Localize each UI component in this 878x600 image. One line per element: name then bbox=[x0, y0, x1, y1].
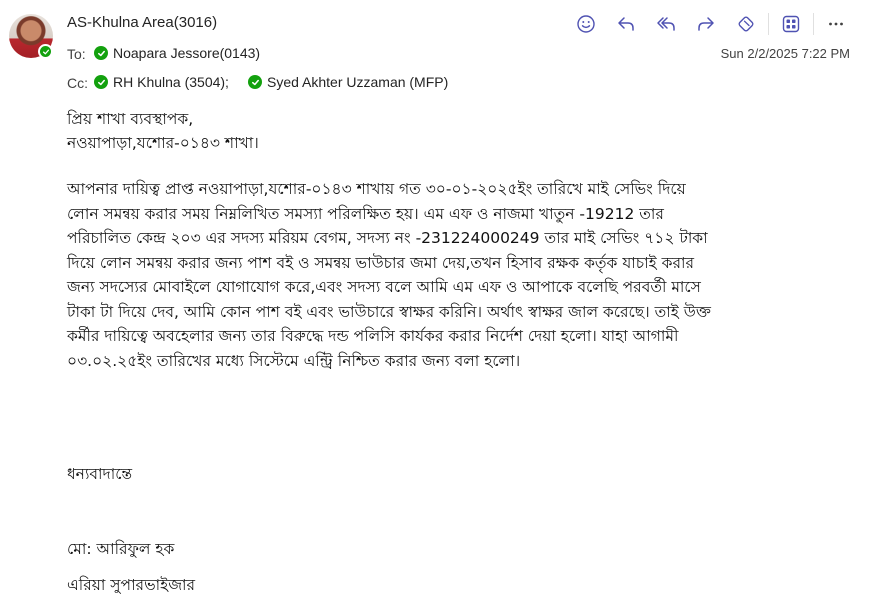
body-line: আপনার দায়িত্ব প্রাপ্ত নওয়াপাড়া,যশোর-০… bbox=[67, 180, 686, 198]
signature-title: এরিয়া সুপারভাইজার bbox=[67, 576, 196, 594]
to-label: To: bbox=[67, 46, 86, 62]
cc-recipient-1-name: RH Khulna (3504); bbox=[113, 74, 229, 90]
message-toolbar bbox=[566, 10, 856, 38]
body-line: ০৩.০২.২৫ইং তারিখের মধ্যে সিস্টেমে এন্ট্র… bbox=[67, 351, 521, 370]
emoji-icon[interactable] bbox=[566, 10, 606, 38]
toolbar-divider bbox=[813, 13, 814, 35]
greeting-line-2: নওয়াপাড়া,যশোর-০১৪৩ শাখা। bbox=[67, 134, 259, 152]
reply-all-icon[interactable] bbox=[646, 10, 686, 38]
greeting-line-1: প্রিয় শাখা ব্যবস্থাপক, bbox=[67, 110, 194, 128]
cc-recipient-1[interactable]: RH Khulna (3504); bbox=[94, 74, 229, 90]
reply-icon[interactable] bbox=[606, 10, 646, 38]
to-recipient-name: Noapara Jessore(0143) bbox=[113, 45, 261, 61]
presence-available-icon bbox=[94, 46, 108, 60]
cc-recipient-2[interactable]: Syed Akhter Uzzaman (MFP) bbox=[248, 74, 448, 90]
sticker-icon[interactable] bbox=[726, 10, 766, 38]
presence-available-icon bbox=[248, 75, 262, 89]
closing-line: ধন্যবাদান্তে bbox=[67, 465, 133, 483]
body-line: দিয়ে লোন সমন্বয় করার জন্য পাশ বই ও সমন… bbox=[67, 253, 694, 272]
toolbar-divider bbox=[768, 13, 769, 35]
cc-recipient-2-name: Syed Akhter Uzzaman (MFP) bbox=[267, 74, 449, 90]
body-line: লোন সমন্বয় করার সময় নিম্নলিখিত সমস্যা … bbox=[67, 204, 664, 223]
message-header: AS-Khulna Area(3016) To: Noapara Jessore… bbox=[0, 0, 878, 100]
body-line: টাকা টা দিয়ে দেব, আমি কোন পাশ বই এবং ভা… bbox=[67, 302, 711, 321]
message-body: প্রিয় শাখা ব্যবস্থাপক, নওয়াপাড়া,যশোর-… bbox=[67, 107, 857, 594]
body-line: জন্য সদস্যের মোবাইলে যোগাযোগ করে,এবং সদস… bbox=[67, 278, 701, 296]
presence-available-icon bbox=[94, 75, 108, 89]
more-icon[interactable] bbox=[816, 10, 856, 38]
sender-name[interactable]: AS-Khulna Area(3016) bbox=[67, 14, 217, 31]
apps-icon[interactable] bbox=[771, 10, 811, 38]
forward-icon[interactable] bbox=[686, 10, 726, 38]
cc-label: Cc: bbox=[67, 75, 88, 91]
body-line: পরিচালিত কেন্দ্র ২০৩ এর সদস্য মরিয়ম বেগ… bbox=[67, 229, 708, 247]
signature-name: মো: আরিফুল হক bbox=[67, 540, 175, 558]
sender-presence-badge bbox=[38, 44, 53, 59]
sent-date: Sun 2/2/2025 7:22 PM bbox=[720, 46, 850, 61]
body-line: কর্মীর দায়িত্বে অবহেলার জন্য তার বিরুদ্… bbox=[67, 327, 679, 345]
to-recipient[interactable]: Noapara Jessore(0143) bbox=[94, 45, 260, 61]
body-paragraph: আপনার দায়িত্ব প্রাপ্ত নওয়াপাড়া,যশোর-০… bbox=[67, 177, 857, 373]
